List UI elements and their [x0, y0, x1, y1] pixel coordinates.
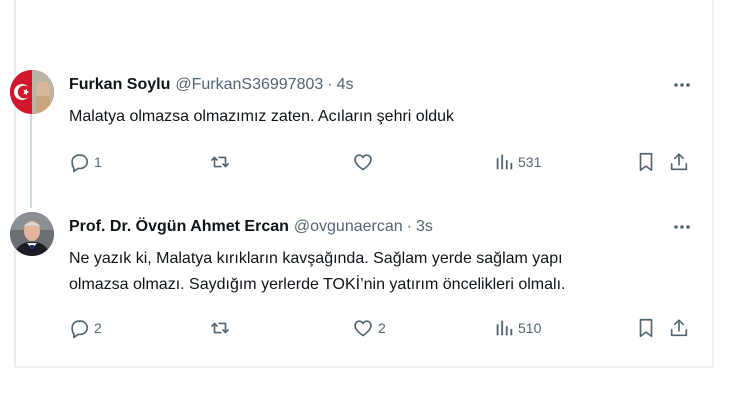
author-name[interactable]: Prof. Dr. Övgün Ahmet Ercan [69, 218, 289, 236]
heart-icon [354, 154, 372, 171]
heart-icon [354, 320, 372, 337]
like-button[interactable]: 2 [352, 316, 386, 340]
share-button[interactable] [668, 150, 690, 174]
tweet-actions: 1 531 [0, 150, 730, 174]
bookmark-icon [639, 318, 653, 338]
tweet-thread-screenshot: Furkan Soylu @FurkanS36997803 · 4s Malat… [0, 0, 730, 420]
tweet-text: Ne yazık ki, Malatya kırıkların kavşağın… [69, 246, 565, 298]
view-count: 510 [518, 320, 542, 336]
author-handle[interactable]: @ovgunaercan [294, 218, 403, 236]
timeline-bottom-border [14, 366, 714, 368]
share-icon [670, 319, 688, 337]
timeline-right-border [712, 0, 714, 368]
tweet-header: Prof. Dr. Övgün Ahmet Ercan @ovgunaercan… [69, 216, 433, 238]
like-button[interactable] [352, 150, 378, 174]
bookmark-button[interactable] [636, 316, 656, 340]
turkish-flag-avatar-icon [10, 70, 54, 114]
views-button[interactable]: 510 [494, 316, 541, 340]
author-name[interactable]: Furkan Soylu [69, 76, 170, 94]
share-button[interactable] [668, 316, 690, 340]
separator-dot: · [327, 76, 333, 93]
bookmark-icon [639, 152, 653, 172]
person-portrait-avatar-icon [10, 212, 54, 256]
reply-button[interactable]: 2 [68, 316, 102, 340]
share-icon [670, 153, 688, 171]
timeline-left-border [14, 0, 16, 368]
bookmark-button[interactable] [636, 150, 656, 174]
tweet-text-line: olmazsa olmazı. Saydığım yerlerde TOKİ’n… [69, 276, 566, 293]
reply-button[interactable]: 1 [68, 150, 102, 174]
retweet-icon [211, 156, 229, 168]
retweet-button[interactable] [208, 316, 236, 340]
reply-count: 2 [94, 320, 102, 336]
more-options-button[interactable] [668, 76, 696, 94]
tweet-text-line: Malatya olmazsa olmazımız zaten. Acıları… [69, 108, 455, 125]
more-dots-icon [674, 225, 690, 229]
reply-count: 1 [94, 154, 102, 170]
reply-icon [71, 154, 89, 173]
retweet-icon [211, 322, 229, 334]
views-button[interactable]: 531 [494, 150, 541, 174]
timestamp[interactable]: 3s [416, 218, 433, 236]
more-options-button[interactable] [668, 218, 696, 236]
timestamp[interactable]: 4s [337, 76, 354, 94]
avatar[interactable] [10, 212, 54, 256]
retweet-button[interactable] [208, 150, 236, 174]
views-chart-icon [496, 154, 513, 170]
views-chart-icon [496, 320, 513, 336]
tweet-text-line: Ne yazık ki, Malatya kırıkların kavşağın… [69, 250, 563, 267]
more-dots-icon [674, 83, 690, 87]
separator-dot: · [406, 218, 412, 235]
tweet-header: Furkan Soylu @FurkanS36997803 · 4s [69, 74, 354, 96]
author-handle[interactable]: @FurkanS36997803 [175, 76, 323, 94]
tweet-text: Malatya olmazsa olmazımız zaten. Acıları… [69, 104, 454, 130]
view-count: 531 [518, 154, 542, 170]
like-count: 2 [378, 320, 386, 336]
avatar[interactable] [10, 70, 54, 114]
tweet-actions: 2 2 510 [0, 316, 730, 340]
reply-icon [71, 320, 89, 339]
